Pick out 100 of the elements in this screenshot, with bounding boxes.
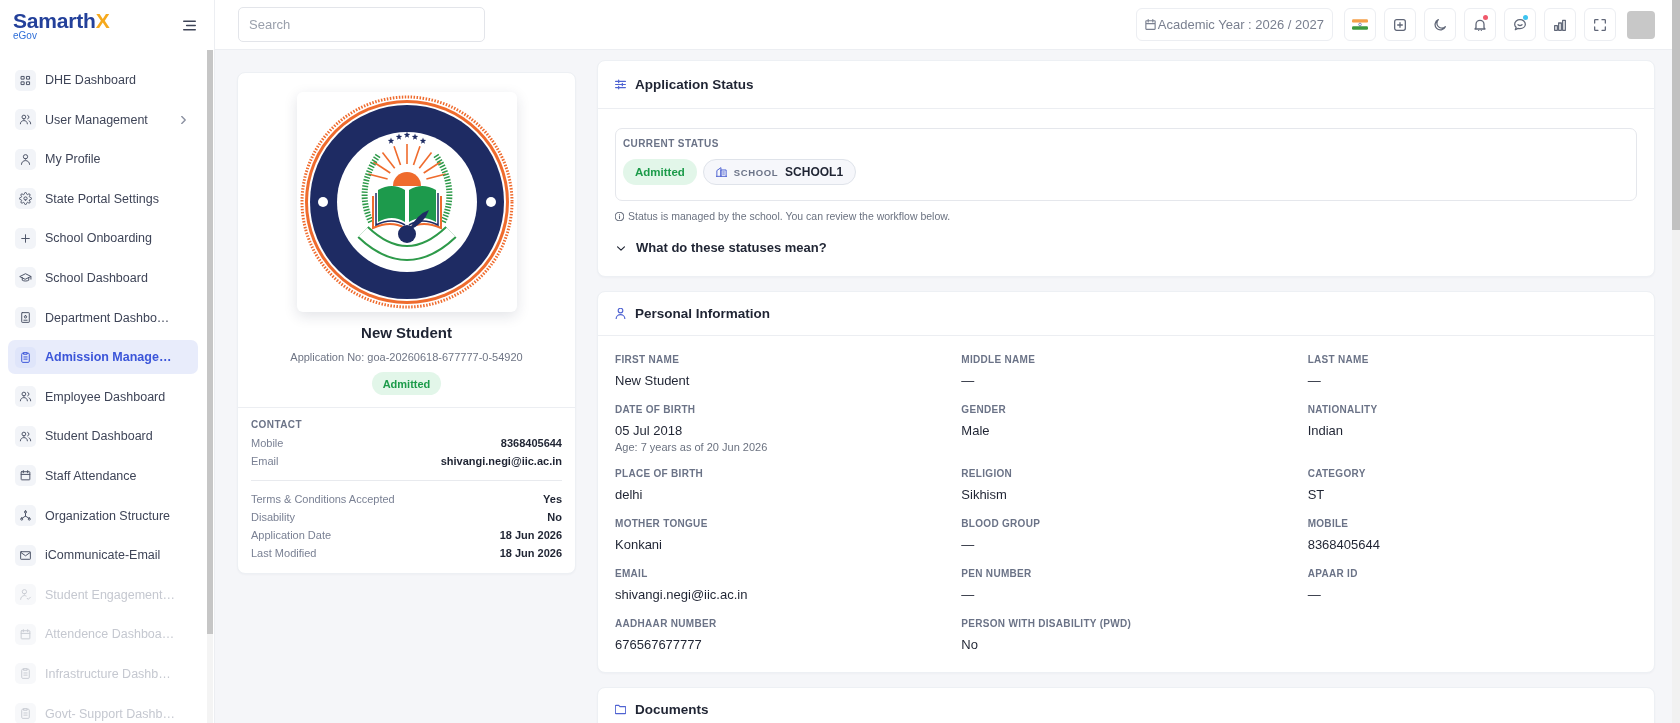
menu-icon[interactable] xyxy=(183,19,196,31)
search-field[interactable]: Search xyxy=(238,7,485,42)
field-value: shivangi.negi@iic.ac.in xyxy=(615,586,748,604)
bar-chart-icon xyxy=(1554,18,1566,31)
field-label: EMAIL xyxy=(615,567,648,581)
folder-icon xyxy=(615,704,626,715)
sidebar-item[interactable]: My Profile xyxy=(8,142,198,177)
sidebar-item[interactable]: School Onboarding xyxy=(8,221,198,256)
field-label: MOBILE xyxy=(1307,517,1349,531)
field-value: No xyxy=(961,636,978,654)
sidebar-item[interactable]: Employee Dashboard xyxy=(8,379,198,414)
field-value: — xyxy=(961,536,975,554)
sidebar-item[interactable]: DHE Dashboard xyxy=(8,63,198,97)
student-name: New Student xyxy=(361,323,452,343)
user-icon xyxy=(15,148,36,170)
hierarchy-icon xyxy=(15,505,36,527)
statuses-help-toggle[interactable]: What do these statuses mean? xyxy=(615,239,827,257)
clipboard-icon xyxy=(15,663,36,685)
mail-icon xyxy=(15,544,36,566)
user-check-icon xyxy=(15,584,36,606)
detail-value: No xyxy=(547,511,562,523)
sidebar-item[interactable]: Admission Manage… xyxy=(8,340,198,375)
bell-icon xyxy=(1474,18,1486,31)
field-label: CATEGORY xyxy=(1307,467,1366,481)
field-value: delhi xyxy=(615,486,643,504)
field-label: FIRST NAME xyxy=(615,353,680,367)
status-badge: Admitted xyxy=(371,372,442,395)
building-icon xyxy=(715,167,727,177)
field-value: 8368405644 xyxy=(1307,536,1380,554)
stats-button[interactable] xyxy=(1544,8,1576,41)
card-title: Application Status xyxy=(635,77,754,92)
users-icon xyxy=(15,425,36,447)
chip-label: SCHOOL xyxy=(733,166,779,178)
field-label: PEN NUMBER xyxy=(961,567,1032,581)
moon-icon xyxy=(1434,18,1446,31)
field-label: LAST NAME xyxy=(1307,353,1369,367)
settings-icon xyxy=(15,188,36,210)
field-value: 05 Jul 2018 xyxy=(615,422,683,440)
chevron-down-icon xyxy=(617,245,625,251)
detail-value: shivangi.negi@iic.ac.in xyxy=(440,455,562,467)
field-value: — xyxy=(1307,586,1321,604)
field-value: Sikhism xyxy=(961,486,1007,504)
logo-subtitle: eGov xyxy=(13,30,37,41)
info-icon xyxy=(615,212,624,221)
calendar-icon xyxy=(15,623,36,645)
sidebar-item[interactable]: Staff Attendance xyxy=(8,458,198,493)
sliders-icon xyxy=(615,79,626,90)
scrollbar-thumb[interactable] xyxy=(1672,0,1680,230)
panel-label: CURRENT STATUS xyxy=(623,137,720,150)
field-value: Male xyxy=(961,422,990,440)
field-value: — xyxy=(1307,372,1321,390)
detail-value: 18 Jun 2026 xyxy=(499,547,562,559)
status-badge: Admitted xyxy=(623,159,697,185)
field-label: DATE OF BIRTH xyxy=(615,403,696,417)
field-label: MOTHER TONGUE xyxy=(615,517,708,531)
academic-year-selector[interactable]: Academic Year : 2026 / 2027 xyxy=(1135,8,1333,41)
id-badge-icon xyxy=(15,307,36,329)
chip-value: SCHOOL1 xyxy=(785,165,844,179)
field-label: PERSON WITH DISABILITY (PWD) xyxy=(961,617,1132,631)
detail-label: Disability xyxy=(251,511,295,523)
field-value: Konkani xyxy=(615,536,662,554)
detail-value: 18 Jun 2026 xyxy=(499,529,562,541)
field-value: — xyxy=(961,372,975,390)
language-button[interactable] xyxy=(1344,8,1376,41)
fullscreen-button[interactable] xyxy=(1584,8,1616,41)
sidebar-item[interactable]: Organization Structure xyxy=(8,498,198,533)
users-icon xyxy=(15,386,36,408)
fullscreen-icon xyxy=(1594,18,1606,31)
field-value: New Student xyxy=(615,372,690,390)
field-value: — xyxy=(961,586,975,604)
sidebar-item[interactable]: School Dashboard xyxy=(8,260,198,295)
calendar-icon xyxy=(15,465,36,487)
field-label: APAAR ID xyxy=(1307,567,1358,581)
detail-label: Mobile xyxy=(251,437,284,449)
chat-bubble-icon xyxy=(1514,18,1526,31)
application-number: Application No: goa-20260618-677777-0-54920 xyxy=(290,350,523,365)
sidebar-item[interactable]: Student Dashboard xyxy=(8,419,198,454)
field-value: 676567677777 xyxy=(615,636,702,654)
sidebar-item[interactable]: User Management xyxy=(8,102,198,137)
plus-icon xyxy=(15,227,36,249)
field-label: NATIONALITY xyxy=(1307,403,1378,417)
sidebar-item[interactable]: State Portal Settings xyxy=(8,181,198,216)
field-value: Indian xyxy=(1307,422,1344,440)
users-icon xyxy=(15,109,36,131)
notifications-button[interactable] xyxy=(1464,8,1496,41)
theme-toggle-button[interactable] xyxy=(1424,8,1456,41)
messages-button[interactable] xyxy=(1504,8,1536,41)
logo-wordmark: SamarthX xyxy=(13,9,110,32)
sidebar-item[interactable]: Department Dashbo… xyxy=(8,300,198,335)
add-button[interactable] xyxy=(1384,8,1416,41)
detail-label: Email xyxy=(251,455,279,467)
grid-icon xyxy=(15,69,36,91)
calendar-icon xyxy=(1144,19,1156,30)
field-label: PLACE OF BIRTH xyxy=(615,467,704,481)
field-label: RELIGION xyxy=(961,467,1013,481)
field-note: Age: 7 years as of 20 Jun 2026 xyxy=(615,440,768,454)
flag-icon xyxy=(1352,19,1368,30)
field-label: AADHAAR NUMBER xyxy=(615,617,717,631)
chevron-right-icon xyxy=(181,115,186,124)
sidebar-item[interactable]: iCommunicate-Email xyxy=(8,538,198,573)
